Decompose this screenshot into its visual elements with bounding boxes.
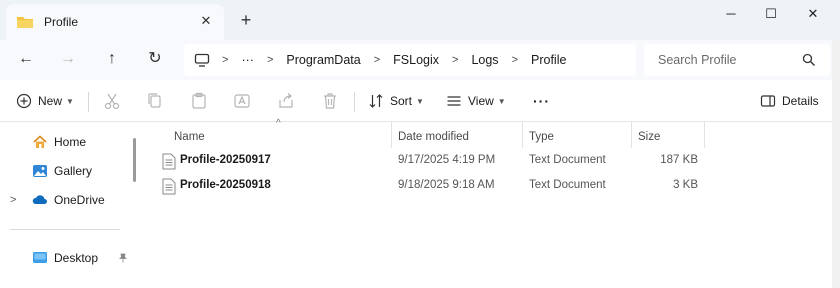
file-type: Text Document bbox=[529, 179, 606, 191]
column-divider[interactable] bbox=[631, 122, 632, 148]
breadcrumb-profile[interactable]: Profile bbox=[531, 53, 566, 67]
sidebar-item-label: OneDrive bbox=[54, 193, 105, 207]
minimize-button[interactable]: ─ bbox=[716, 4, 746, 24]
column-header-name[interactable]: Name bbox=[174, 126, 205, 148]
tab-strip: Profile ✕ + ─ ☐ ✕ bbox=[0, 0, 840, 40]
breadcrumb[interactable]: > ··· > ProgramData > FSLogix > Logs > P… bbox=[184, 44, 636, 76]
divider bbox=[10, 229, 120, 230]
copy-icon[interactable] bbox=[145, 91, 165, 111]
details-label: Details bbox=[782, 94, 819, 108]
sidebar-item-label: Home bbox=[54, 135, 87, 149]
nav-scrollbar[interactable] bbox=[133, 138, 136, 182]
column-header-type[interactable]: Type bbox=[529, 126, 554, 148]
file-name: Profile-20250918 bbox=[180, 179, 271, 191]
chevron-down-icon: ▼ bbox=[66, 96, 74, 106]
chevron-down-icon: ▼ bbox=[497, 96, 506, 106]
desktop-icon bbox=[33, 252, 47, 263]
sidebar-item-desktop[interactable]: Desktop bbox=[32, 247, 130, 269]
sidebar-item-home[interactable]: Home bbox=[32, 131, 86, 153]
sidebar-item-label: Gallery bbox=[54, 164, 93, 178]
divider bbox=[354, 92, 355, 112]
file-date: 9/17/2025 4:19 PM bbox=[398, 154, 496, 166]
chevron-right-icon: > bbox=[373, 54, 381, 66]
column-divider[interactable] bbox=[704, 122, 705, 148]
details-pane-icon bbox=[760, 95, 776, 107]
forward-button[interactable]: → bbox=[56, 48, 80, 70]
chevron-right-icon: > bbox=[266, 54, 274, 66]
file-list: ^ Name Date modified Type Size Profile-2… bbox=[146, 118, 834, 288]
navigation-pane: Home Gallery > OneDrive Desktop bbox=[0, 122, 146, 288]
delete-icon[interactable] bbox=[320, 91, 340, 111]
details-button[interactable]: Details bbox=[760, 90, 819, 112]
breadcrumb-programdata[interactable]: ProgramData bbox=[286, 53, 360, 67]
table-row[interactable]: Profile-20250917 9/17/2025 4:19 PM Text … bbox=[160, 150, 720, 174]
search-placeholder: Search Profile bbox=[658, 53, 737, 67]
chevron-right-icon: > bbox=[222, 54, 229, 66]
share-icon[interactable] bbox=[276, 91, 296, 111]
file-size: 3 KB bbox=[673, 179, 698, 191]
chevron-right-icon[interactable]: > bbox=[10, 194, 20, 206]
rename-icon[interactable] bbox=[232, 91, 252, 111]
search-input[interactable]: Search Profile bbox=[644, 44, 830, 76]
sort-icon bbox=[369, 94, 383, 108]
text-file-icon bbox=[162, 178, 176, 195]
column-divider[interactable] bbox=[391, 122, 392, 148]
refresh-button[interactable]: ↻ bbox=[143, 48, 167, 70]
sidebar-item-gallery[interactable]: Gallery bbox=[32, 160, 92, 182]
tab-title: Profile bbox=[44, 15, 79, 29]
text-file-icon bbox=[162, 153, 176, 170]
more-options-button[interactable]: ··· bbox=[533, 90, 550, 112]
breadcrumb-ellipsis[interactable]: ··· bbox=[241, 53, 254, 67]
close-window-button[interactable]: ✕ bbox=[798, 4, 828, 24]
divider bbox=[88, 92, 89, 112]
computer-icon bbox=[194, 53, 210, 67]
back-button[interactable]: ← bbox=[14, 48, 38, 70]
sort-label: Sort bbox=[390, 94, 413, 108]
column-divider[interactable] bbox=[522, 122, 523, 148]
search-icon bbox=[802, 53, 815, 66]
tab-profile[interactable]: Profile ✕ bbox=[6, 4, 224, 40]
view-list-icon bbox=[447, 96, 461, 106]
chevron-right-icon: > bbox=[452, 54, 459, 66]
breadcrumb-logs[interactable]: Logs bbox=[471, 53, 498, 67]
column-header-date[interactable]: Date modified bbox=[398, 126, 469, 148]
maximize-button[interactable]: ☐ bbox=[756, 4, 786, 24]
file-size: 187 KB bbox=[660, 154, 698, 166]
pin-icon[interactable] bbox=[118, 253, 128, 263]
file-type: Text Document bbox=[529, 154, 606, 166]
chevron-right-icon: > bbox=[511, 54, 518, 66]
onedrive-icon bbox=[32, 195, 47, 204]
new-label: New bbox=[38, 94, 63, 108]
sidebar-item-label: Desktop bbox=[54, 251, 99, 265]
breadcrumb-fslogix[interactable]: FSLogix bbox=[393, 53, 439, 67]
tab-close-icon[interactable]: ✕ bbox=[198, 13, 214, 29]
view-label: View bbox=[468, 94, 494, 108]
chevron-down-icon: ▼ bbox=[416, 96, 424, 106]
sidebar-item-onedrive[interactable]: > OneDrive bbox=[10, 189, 105, 211]
new-button[interactable]: New ▼ bbox=[16, 90, 74, 112]
gallery-icon bbox=[33, 165, 47, 177]
paste-icon[interactable] bbox=[189, 91, 209, 111]
new-tab-button[interactable]: + bbox=[236, 10, 256, 30]
plus-circle-icon bbox=[16, 93, 32, 109]
window-scrollbar[interactable] bbox=[832, 40, 840, 288]
sort-button[interactable]: Sort ▼ bbox=[368, 90, 424, 112]
command-bar: New ▼ Sort ▼ View ▼ ··· Details bbox=[0, 80, 840, 122]
file-date: 9/18/2025 9:18 AM bbox=[398, 179, 495, 191]
column-header-size[interactable]: Size bbox=[638, 126, 660, 148]
table-row[interactable]: Profile-20250918 9/18/2025 9:18 AM Text … bbox=[160, 175, 720, 199]
folder-icon bbox=[17, 17, 33, 28]
sort-ascending-icon: ^ bbox=[276, 118, 281, 129]
home-icon bbox=[33, 135, 47, 148]
file-name: Profile-20250917 bbox=[180, 154, 271, 166]
cut-icon[interactable] bbox=[102, 91, 122, 111]
up-button[interactable]: ↑ bbox=[100, 48, 124, 70]
view-button[interactable]: View ▼ bbox=[446, 90, 506, 112]
address-bar-row: ← → ↑ ↻ > ··· > ProgramData > FSLogix > … bbox=[0, 40, 840, 80]
